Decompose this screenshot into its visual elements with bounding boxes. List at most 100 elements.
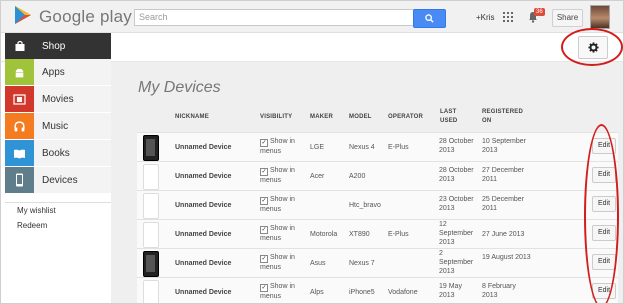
visibility-checkbox[interactable]: ✓ Show in menus — [260, 282, 304, 301]
sidebar-item-apps[interactable]: Apps — [5, 59, 111, 86]
device-nickname[interactable]: Unnamed Device — [175, 201, 231, 210]
sidebar-item-books[interactable]: Books — [5, 140, 111, 167]
column-header-maker: MAKER — [310, 114, 333, 120]
device-model: iPhone5 — [349, 289, 375, 296]
apps-grid-icon[interactable] — [503, 12, 513, 22]
last-used-date: 28 October 2013 — [439, 167, 474, 183]
checkbox-checked-icon: ✓ — [260, 139, 268, 147]
device-thumbnail — [143, 193, 159, 219]
avatar[interactable] — [590, 5, 610, 29]
device-maker: Asus — [310, 260, 326, 267]
device-model: Nexus 4 — [349, 144, 375, 151]
device-thumbnail — [143, 135, 159, 161]
device-model: Htc_bravo — [349, 202, 381, 209]
device-model: A200 — [349, 173, 366, 180]
last-used-date: 2 September 2013 — [439, 250, 474, 275]
table-row: Unnamed Device ✓ Show in menus Htc_bravo … — [137, 190, 618, 219]
sidebar-item-movies[interactable]: Movies — [5, 86, 111, 113]
column-header-registered-on: REGISTERED ON — [482, 109, 524, 124]
registered-date: 25 December 2011 — [482, 196, 525, 212]
column-header-last-used: LAST USED — [440, 109, 458, 124]
sidebar-item-label: Music — [42, 120, 69, 132]
device-operator: E-Plus — [388, 144, 409, 151]
main-content: My Devices NICKNAME VISIBILITY MAKER MOD… — [111, 62, 623, 303]
notification-count-badge: 36 — [534, 8, 545, 16]
last-used-date: 12 September 2013 — [439, 221, 474, 246]
sidebar-item-label: Books — [42, 147, 70, 159]
column-header-model: MODEL — [349, 114, 372, 120]
page-title: My Devices — [138, 79, 221, 96]
gear-icon — [587, 42, 599, 53]
device-thumbnail — [143, 251, 159, 277]
sidebar-item-music[interactable]: Music — [5, 113, 111, 140]
device-maker: Acer — [310, 173, 325, 180]
last-used-date: 28 October 2013 — [439, 138, 474, 154]
device-nickname[interactable]: Unnamed Device — [175, 143, 231, 152]
share-button[interactable]: Share — [552, 9, 583, 27]
visibility-checkbox[interactable]: ✓ Show in menus — [260, 224, 304, 243]
sidebar-item-label: Devices — [42, 174, 78, 186]
device-model: XT890 — [349, 231, 370, 238]
table-row: Unnamed Device ✓ Show in menus Motorola X… — [137, 219, 618, 248]
device-thumbnail — [143, 280, 159, 303]
redeem-link[interactable]: Redeem — [5, 218, 111, 233]
visibility-checkbox[interactable]: ✓ Show in menus — [260, 253, 304, 272]
device-nickname[interactable]: Unnamed Device — [175, 172, 231, 181]
edit-button[interactable]: Edit — [592, 167, 616, 183]
sidebar-item-devices[interactable]: Devices — [5, 167, 111, 194]
device-thumbnail — [143, 222, 159, 248]
table-row: Unnamed Device ✓ Show in menus Acer A200 … — [137, 161, 618, 190]
device-nickname[interactable]: Unnamed Device — [175, 259, 231, 268]
column-header-operator: OPERATOR — [388, 114, 424, 120]
settings-button[interactable] — [578, 36, 608, 59]
android-icon — [5, 59, 34, 85]
sidebar-item-shop[interactable]: Shop — [5, 33, 111, 59]
checkbox-checked-icon: ✓ — [260, 226, 268, 234]
registered-date: 10 September 2013 — [482, 138, 526, 154]
table-row: Unnamed Device ✓ Show in menus LGE Nexus … — [137, 132, 618, 161]
visibility-checkbox[interactable]: ✓ Show in menus — [260, 195, 304, 214]
browser-frame: Google play Search +Kris 36 Share Shop A… — [0, 0, 624, 304]
device-model: Nexus 7 — [349, 260, 375, 267]
edit-button[interactable]: Edit — [592, 254, 616, 270]
checkbox-checked-icon: ✓ — [260, 255, 268, 263]
checkbox-checked-icon: ✓ — [260, 168, 268, 176]
table-row: Unnamed Device ✓ Show in menus Asus Nexus… — [137, 248, 618, 277]
shopping-bag-icon — [5, 33, 34, 59]
search-button[interactable] — [413, 9, 446, 28]
edit-button[interactable]: Edit — [592, 225, 616, 241]
edit-button[interactable]: Edit — [592, 283, 616, 299]
sidebar-item-label: Movies — [42, 93, 74, 105]
top-bar: Google play Search +Kris 36 Share — [1, 1, 623, 33]
play-store-icon — [13, 5, 33, 30]
edit-button[interactable]: Edit — [592, 138, 616, 154]
registered-date: 27 June 2013 — [482, 231, 525, 238]
device-maker: Alps — [310, 289, 324, 296]
table-row: Unnamed Device ✓ Show in menus Alps iPhon… — [137, 277, 618, 303]
device-maker: LGE — [310, 144, 325, 151]
my-wishlist-link[interactable]: My wishlist — [5, 203, 111, 218]
sidebar-item-label: Shop — [42, 40, 66, 52]
google-play-logo[interactable]: Google play — [13, 5, 132, 30]
sidebar-item-label: Apps — [42, 66, 65, 78]
registered-date: 27 December 2011 — [482, 167, 525, 183]
edit-button[interactable]: Edit — [592, 196, 616, 212]
registered-date: 8 February 2013 — [482, 283, 516, 299]
search-input[interactable]: Search — [134, 9, 416, 26]
book-icon — [5, 140, 34, 166]
last-used-date: 23 October 2013 — [439, 196, 474, 212]
headphones-icon — [5, 113, 34, 139]
device-operator: Vodafone — [388, 289, 418, 296]
logo-text: Google play — [39, 7, 132, 26]
visibility-checkbox[interactable]: ✓ Show in menus — [260, 166, 304, 185]
device-thumbnail — [143, 164, 159, 190]
device-nickname[interactable]: Unnamed Device — [175, 230, 231, 239]
phone-icon — [5, 167, 34, 193]
device-nickname[interactable]: Unnamed Device — [175, 288, 231, 297]
visibility-checkbox[interactable]: ✓ Show in menus — [260, 137, 304, 156]
user-profile-link[interactable]: +Kris — [476, 13, 494, 22]
column-header-visibility: VISIBILITY — [260, 114, 293, 120]
device-maker: Motorola — [310, 231, 338, 238]
last-used-date: 19 May 2013 — [439, 283, 462, 299]
column-header-nickname: NICKNAME — [175, 114, 209, 120]
